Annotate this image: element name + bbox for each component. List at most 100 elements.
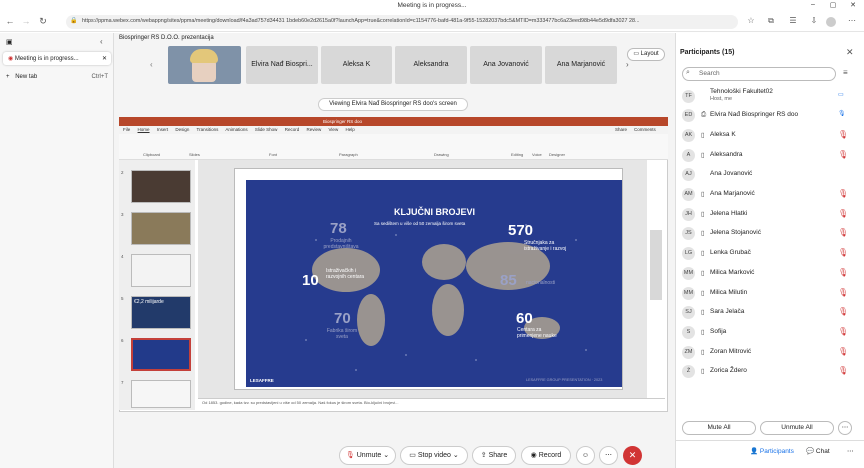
participant-row[interactable]: SJ ▯ Sara Jelača 🎙	[680, 303, 860, 322]
participant-row[interactable]: A ▯ Aleksandra 🎙	[680, 146, 860, 165]
ppt-share-button[interactable]: Share	[615, 127, 627, 132]
ppt-tab[interactable]: Review	[306, 127, 321, 132]
participant-row[interactable]: JS ▯ Jelena Stojanović 🎙	[680, 224, 860, 243]
video-tile[interactable]: Aleksandra	[395, 46, 467, 84]
sort-list-icon[interactable]: ≡	[843, 68, 848, 77]
participant-name: Tehnološki Fakultet02	[710, 88, 773, 95]
ppt-tab[interactable]: Insert	[157, 127, 168, 132]
slide-thumbnail[interactable]	[131, 170, 191, 203]
unmute-all-button[interactable]: Unmute All	[760, 421, 834, 435]
participant-row[interactable]: ED ⎙ Elvira Nađ Biospringer RS doo 🎙	[680, 106, 860, 125]
tab-meeting[interactable]: ◉ Meeting is in progress... ✕	[3, 52, 111, 65]
participant-row[interactable]: JH ▯ Jelena Hlatki 🎙	[680, 205, 860, 224]
forward-icon[interactable]: →	[19, 16, 33, 26]
refresh-icon[interactable]: ↻	[36, 16, 50, 27]
participant-row[interactable]: S ▯ Sofija 🎙	[680, 323, 860, 342]
mic-muted-icon: 🎙	[345, 452, 355, 459]
chevron-down-icon[interactable]: ⌄	[453, 452, 459, 459]
device-icon: ▯	[701, 152, 705, 159]
thumb-number: 4	[121, 254, 124, 259]
stop-video-button[interactable]: ▭ Stop video ⌄	[400, 446, 468, 465]
participant-row[interactable]: AJ Ana Jovanović	[680, 165, 860, 184]
slide-thumbnail-active[interactable]	[131, 338, 191, 371]
chat-tab[interactable]: 💬 Chat	[806, 447, 830, 455]
url-field[interactable]: https://ppma.webex.com/webappng/sites/pp…	[66, 15, 738, 29]
zoom-slider[interactable]	[650, 230, 662, 300]
collapse-icon[interactable]: ‹	[100, 37, 103, 46]
ppt-tab[interactable]: Help	[345, 127, 354, 132]
mic-muted-icon: 🎙	[838, 228, 849, 237]
ppt-tab[interactable]: Record	[285, 127, 300, 132]
ppt-tab[interactable]: Design	[175, 127, 189, 132]
back-icon[interactable]: ←	[3, 16, 17, 26]
close-icon[interactable]: ✕	[846, 1, 860, 9]
ppt-tab[interactable]: View	[329, 127, 339, 132]
tab-actions-icon[interactable]: ▣	[6, 38, 13, 46]
slide-thumbnail[interactable]	[131, 254, 191, 287]
more-tabs-icon[interactable]: ⋯	[847, 447, 854, 455]
mute-all-button[interactable]: Mute All	[682, 421, 756, 435]
ppt-tab[interactable]: Slide Show	[255, 127, 278, 132]
maximize-icon[interactable]: ▢	[826, 1, 840, 9]
record-dot-icon: ◉	[8, 56, 14, 62]
ppt-tab[interactable]: Home	[138, 127, 150, 132]
unmute-button[interactable]: 🎙 Unmute ⌄	[339, 446, 396, 465]
video-icon: ▭	[838, 92, 844, 98]
video-tile[interactable]: Ana Jovanović	[470, 46, 542, 84]
video-tile[interactable]: Elvira Nađ Biospri...	[246, 46, 318, 84]
participant-row[interactable]: MM ▯ Milica Marković 🎙	[680, 264, 860, 283]
ribbon-group-label: Paragraph	[339, 152, 358, 157]
ppt-tab[interactable]: Transitions	[197, 127, 219, 132]
participant-row[interactable]: LG ▯ Lenka Grubač 🎙	[680, 244, 860, 263]
slide-thumbnail[interactable]: €2,2 milijarde	[131, 296, 191, 329]
ppt-tab[interactable]: Animations	[225, 127, 247, 132]
participant-row[interactable]: MM ▯ Milica Milutin 🎙	[680, 284, 860, 303]
close-panel-icon[interactable]: ✕	[846, 47, 854, 58]
slide-background: KLJUČNI BROJEVI Sa sedištem u više od 50…	[246, 180, 622, 387]
next-video-icon[interactable]: ›	[626, 60, 629, 69]
brand-logo: LESAFFRE	[250, 378, 274, 383]
mic-muted-icon: 🎙	[838, 130, 849, 139]
participant-search-input[interactable]: Search	[682, 67, 836, 81]
close-tab-icon[interactable]: ✕	[102, 55, 107, 62]
slide-thumbnail[interactable]	[131, 212, 191, 245]
share-button[interactable]: ⇪ Share	[472, 446, 516, 465]
extensions-icon[interactable]: ⧉	[765, 16, 777, 26]
downloads-icon[interactable]: ⇩	[808, 16, 820, 25]
end-call-button[interactable]: ✕	[623, 446, 642, 465]
participant-name: Aleksandra	[710, 151, 743, 158]
ppt-tab[interactable]: File	[123, 127, 130, 132]
participant-row[interactable]: ZM ▯ Zoran Mitrović 🎙	[680, 343, 860, 362]
mic-muted-icon: 🎙	[838, 150, 849, 159]
favorite-icon[interactable]: ☆	[745, 16, 757, 25]
chevron-down-icon[interactable]: ⌄	[383, 452, 389, 459]
stat-label: Prodajnih predstavništava	[323, 238, 359, 250]
ppt-comments-button[interactable]: Comments	[634, 127, 656, 132]
layout-button[interactable]: ▭ Layout	[627, 48, 665, 61]
slide-thumbnail[interactable]	[131, 380, 191, 408]
participant-row[interactable]: TF Tehnološki Fakultet02 Host, me ▭	[680, 87, 860, 106]
video-tile[interactable]: Ana Marjanović	[545, 46, 617, 84]
speaker-notes[interactable]: Od 1853. godine, kada tzv. su predstavlj…	[198, 398, 665, 410]
reactions-icon[interactable]: ☺	[576, 446, 595, 465]
more-options-icon[interactable]: ⋯	[599, 446, 618, 465]
lock-icon[interactable]: 🔒	[70, 17, 77, 24]
video-tile-presenter[interactable]	[168, 46, 241, 84]
more-icon[interactable]: ⋯	[846, 16, 858, 25]
prev-video-icon[interactable]: ‹	[150, 60, 153, 69]
avatar: AJ	[682, 168, 695, 181]
video-tile[interactable]: Aleksa K	[321, 46, 392, 84]
participant-name: Ana Marjanović	[710, 190, 755, 197]
participant-row[interactable]: AM ▯ Ana Marjanović 🎙	[680, 185, 860, 204]
participant-row[interactable]: AK ▯ Aleksa K 🎙	[680, 126, 860, 145]
more-options-icon[interactable]: ⋯	[838, 421, 852, 435]
collections-icon[interactable]: ☰	[787, 16, 799, 25]
participant-row[interactable]: Ž ▯ Zorica Ždero 🎙	[680, 362, 860, 381]
minimize-icon[interactable]: –	[806, 1, 820, 8]
ribbon-group-label: Designer	[549, 152, 566, 157]
record-button[interactable]: ◉ Record	[521, 446, 571, 465]
profile-avatar[interactable]	[826, 17, 836, 27]
new-tab-button[interactable]: + New tab Ctrl+T	[6, 74, 108, 80]
participants-tab[interactable]: 👤 Participants	[750, 447, 794, 455]
participant-name: Sofija	[710, 328, 727, 335]
